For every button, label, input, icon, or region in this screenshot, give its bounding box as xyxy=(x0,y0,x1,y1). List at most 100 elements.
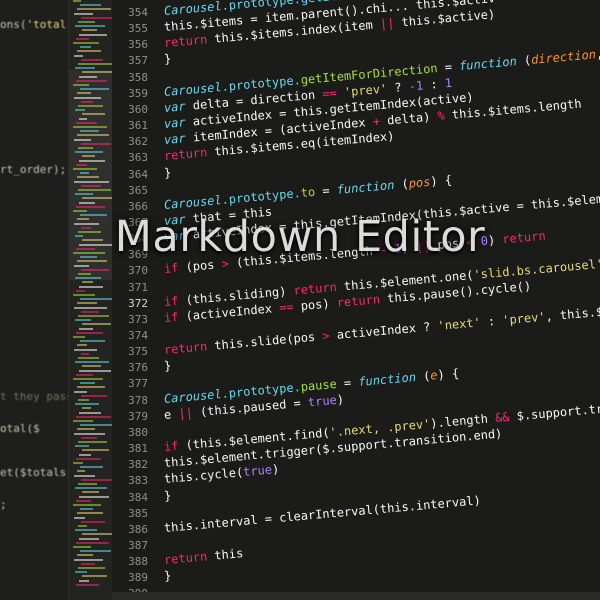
minimap-line xyxy=(77,554,93,557)
code-token: true xyxy=(307,392,338,410)
code-token: return xyxy=(163,339,208,358)
code-token: direction xyxy=(530,46,597,67)
code-token: $.support.transition) { xyxy=(516,395,600,424)
code-token: } xyxy=(163,358,172,374)
minimap-line xyxy=(81,310,99,313)
line-number: 387 xyxy=(128,538,148,552)
code-line[interactable]: this.interval = clearInterval(this.inter… xyxy=(163,493,481,535)
line-number: 385 xyxy=(128,506,148,520)
code-token: ) { xyxy=(429,172,453,189)
code-token: } xyxy=(163,164,172,180)
code-token: 'prev' xyxy=(343,81,388,100)
code-token: return xyxy=(336,291,381,310)
left-code-line: ons('total'); xyxy=(0,18,68,31)
minimap-line xyxy=(82,323,111,326)
minimap-line xyxy=(76,583,99,586)
minimap-line xyxy=(73,336,85,338)
minimap-line xyxy=(74,180,109,183)
minimap-line xyxy=(80,508,93,511)
code-line[interactable]: } xyxy=(163,359,171,374)
code-token: -1 xyxy=(408,78,424,94)
minimap-line xyxy=(82,533,113,536)
minimap-line xyxy=(82,71,113,74)
minimap-line xyxy=(74,558,103,561)
minimap[interactable] xyxy=(68,0,114,600)
line-number: 382 xyxy=(128,458,148,472)
minimap-line xyxy=(73,126,107,128)
minimap-line xyxy=(75,529,97,532)
minimap-line xyxy=(81,562,95,565)
editor-pane[interactable]: 354 355 356 357 358 359 360 361 362 363 364 365 366 3… xyxy=(112,0,600,600)
line-number: 378 xyxy=(128,393,148,407)
minimap-line xyxy=(75,193,93,196)
line-number: 376 xyxy=(128,361,148,375)
minimap-line xyxy=(82,575,107,578)
minimap-line xyxy=(73,0,81,2)
code-token: } xyxy=(163,568,172,584)
code-line[interactable]: } xyxy=(163,488,171,503)
line-number: 384 xyxy=(128,490,148,504)
code-line[interactable]: } xyxy=(163,165,171,180)
minimap-line xyxy=(80,130,99,133)
minimap-line xyxy=(81,268,109,271)
minimap-line xyxy=(82,197,113,200)
minimap-line xyxy=(74,390,87,393)
minimap-line xyxy=(81,478,113,481)
code-token: || xyxy=(379,16,395,32)
code-editor-screenshot: ons('total'); rt_order); t they pass ota… xyxy=(0,0,600,600)
code-token: var xyxy=(163,99,187,115)
line-number: 371 xyxy=(128,280,148,294)
minimap-line xyxy=(80,424,113,427)
code-line[interactable]: Carousel.prototype.to = function (pos) { xyxy=(163,173,452,212)
code-area[interactable]: Carousel.prototype.getItem(... this.$ite… xyxy=(163,0,600,600)
minimap-line xyxy=(82,29,97,32)
code-token: var xyxy=(163,115,187,132)
code-token: to xyxy=(300,184,316,200)
minimap-line xyxy=(77,176,99,179)
minimap-line xyxy=(75,319,91,322)
horizontal-scrollbar[interactable] xyxy=(112,592,600,600)
minimap-line xyxy=(77,470,85,473)
code-token: : xyxy=(422,76,446,93)
minimap-line xyxy=(76,331,103,334)
code-line[interactable]: } xyxy=(163,569,171,584)
line-number: 374 xyxy=(128,329,148,342)
line-number: 386 xyxy=(128,522,148,536)
minimap-line xyxy=(81,184,101,187)
minimap-line xyxy=(80,172,89,175)
code-token: return xyxy=(163,145,208,164)
minimap-line xyxy=(78,399,89,401)
line-number: 364 xyxy=(128,167,148,181)
code-token: 'prev' xyxy=(501,309,547,328)
line-number: 362 xyxy=(128,135,148,149)
line-number: 357 xyxy=(128,54,148,68)
minimap-line xyxy=(81,142,111,145)
minimap-line xyxy=(75,277,101,280)
minimap-line xyxy=(79,369,111,372)
code-token: true xyxy=(242,462,273,480)
minimap-line xyxy=(76,457,101,460)
minimap-line xyxy=(80,340,105,343)
minimap-line xyxy=(74,516,85,519)
line-number: 359 xyxy=(128,86,148,100)
minimap-line xyxy=(73,168,97,170)
minimap-line xyxy=(74,264,89,267)
minimap-line xyxy=(77,134,109,137)
minimap-line xyxy=(81,352,89,355)
left-code-line: ; xyxy=(0,498,7,511)
minimap-line xyxy=(80,466,103,469)
minimap-line xyxy=(81,58,103,61)
minimap-line xyxy=(82,281,93,284)
code-line[interactable]: return this xyxy=(163,546,243,567)
code-token: .prototype. xyxy=(220,185,302,207)
minimap-line xyxy=(79,579,89,582)
line-number: 360 xyxy=(128,102,148,116)
minimap-line xyxy=(76,121,97,124)
code-token: ( xyxy=(393,176,410,192)
code-line[interactable]: } xyxy=(163,52,171,67)
minimap-line xyxy=(75,67,95,70)
code-token: ) xyxy=(271,462,280,477)
minimap-line xyxy=(74,474,95,477)
minimap-line xyxy=(76,373,93,376)
left-code-line: otal($ xyxy=(0,422,40,435)
